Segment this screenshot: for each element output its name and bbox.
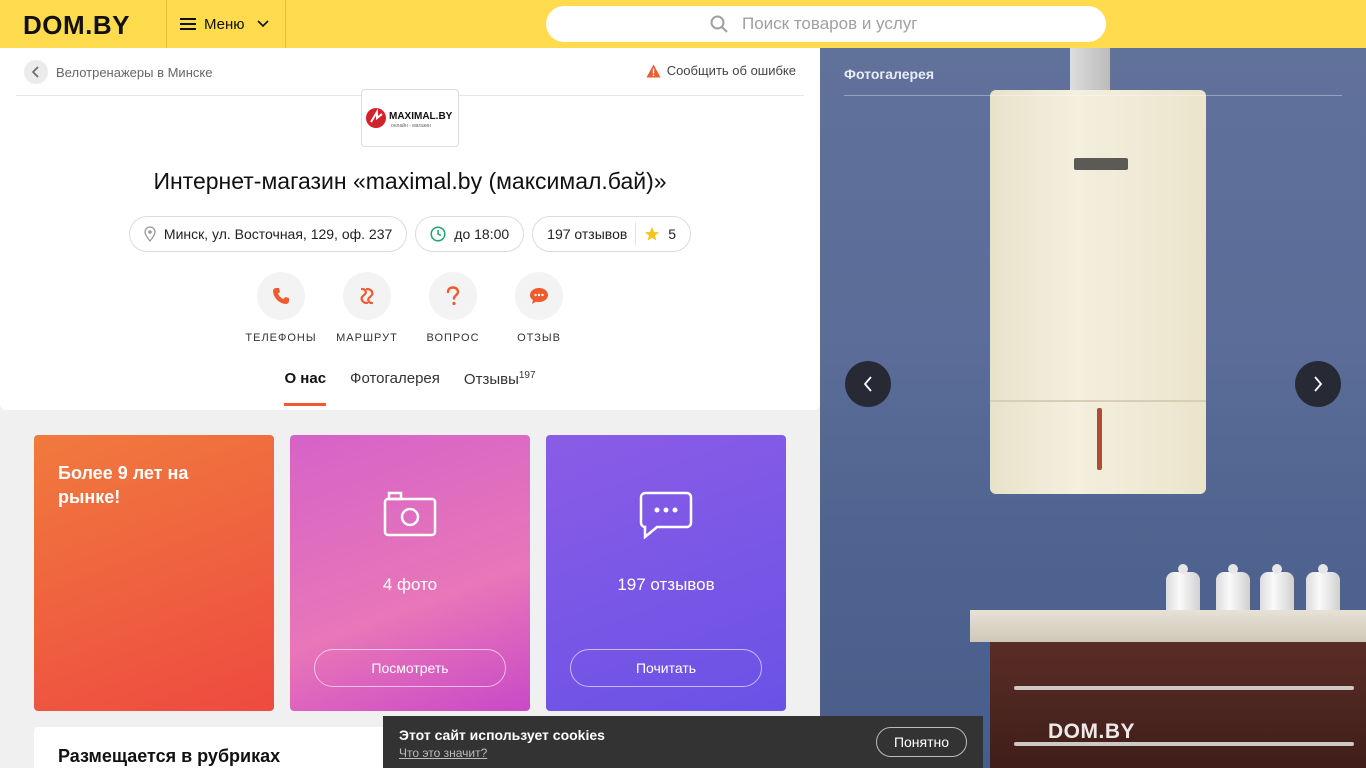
phones-action[interactable]: ТЕЛЕФОНЫ <box>245 272 317 344</box>
address-text: Минск, ул. Восточная, 129, оф. 237 <box>163 226 393 242</box>
hamburger-icon <box>180 18 196 30</box>
tab-about-label: О нас <box>284 370 327 387</box>
tabs: О нас Фотогалерея Отзывы197 <box>0 370 820 406</box>
info-pills: Минск, ул. Восточная, 129, оф. 237 до 18… <box>0 216 820 252</box>
search-icon <box>710 15 728 33</box>
chat-bubble-icon <box>530 288 548 304</box>
quick-actions: ТЕЛЕФОНЫ МАРШРУТ ВОПРОС ОТЗЫВ <box>0 272 820 344</box>
tab-reviews-count: 197 <box>518 370 536 381</box>
gallery-photo-boiler <box>990 90 1206 494</box>
shop-logo-text: MAXIMAL.BY <box>389 111 453 122</box>
breadcrumb[interactable]: Велотренажеры в Минске <box>24 60 212 84</box>
menu-button[interactable]: Меню <box>166 0 286 48</box>
tab-gallery-label: Фотогалерея <box>350 370 440 387</box>
photo-gallery[interactable]: Фотогалерея DOM.BY <box>820 48 1366 768</box>
report-error-label: Сообщить об ошибке <box>666 63 796 78</box>
top-header: DOM.BY Меню <box>0 0 1366 48</box>
rating-value: 5 <box>668 226 677 242</box>
cookie-info-link[interactable]: Что это значит? <box>399 746 487 760</box>
cookie-title: Этот сайт использует cookies <box>399 727 605 743</box>
phone-icon <box>273 288 289 304</box>
warning-icon <box>646 64 661 77</box>
back-button[interactable] <box>24 60 48 84</box>
phones-action-circle[interactable] <box>257 272 305 320</box>
tab-gallery[interactable]: Фотогалерея <box>350 370 440 406</box>
location-pin-icon <box>144 226 156 242</box>
boiler-brand-plate <box>1074 158 1128 170</box>
gallery-countertop <box>970 610 1366 642</box>
search-input[interactable] <box>742 14 942 34</box>
route-icon <box>360 287 374 305</box>
report-error-link[interactable]: Сообщить об ошибке <box>646 63 796 78</box>
review-label: ОТЗЫВ <box>517 332 561 344</box>
hours-pill[interactable]: до 18:00 <box>415 216 525 252</box>
gallery-next-button[interactable] <box>1295 361 1341 407</box>
reviews-pill[interactable]: 197 отзывов 5 <box>532 216 692 252</box>
gallery-photo-pipes <box>1070 48 1110 90</box>
chevron-down-icon <box>256 20 269 28</box>
tab-reviews-label: Отзывы <box>463 371 519 388</box>
company-card: Велотренажеры в Минске Сообщить об ошибк… <box>0 48 820 410</box>
chevron-left-icon <box>32 66 39 78</box>
question-action-circle[interactable] <box>429 272 477 320</box>
gallery-cabinet <box>990 642 1366 768</box>
review-action[interactable]: ОТЗЫВ <box>503 272 575 344</box>
breadcrumb-link[interactable]: Велотренажеры в Минске <box>56 65 212 80</box>
maximal-logo-icon: MAXIMAL.BY онлайн - магазин <box>366 108 453 129</box>
rubrics-title: Размещается в рубриках <box>58 746 281 766</box>
question-action[interactable]: ВОПРОС <box>417 272 489 344</box>
gallery-title: Фотогалерея <box>844 66 934 82</box>
boiler-indicator <box>1097 408 1102 470</box>
reviews-count: 197 отзывов <box>617 575 715 594</box>
camera-icon <box>383 491 437 537</box>
boiler-upper-panel <box>990 90 1206 402</box>
photos-count: 4 фото <box>382 575 438 594</box>
star-icon <box>645 227 660 241</box>
shop-logo: MAXIMAL.BY онлайн - магазин <box>361 89 459 147</box>
cookie-banner: Этот сайт использует cookies Что это зна… <box>383 716 983 768</box>
review-action-circle[interactable] <box>515 272 563 320</box>
cookie-accept-button[interactable]: Понятно <box>876 727 967 757</box>
chevron-left-icon <box>863 376 872 392</box>
experience-tile: Более 9 лет на рынке! <box>34 435 274 711</box>
shop-logo-subtext: онлайн - магазин <box>391 122 431 129</box>
search-bar[interactable] <box>546 6 1106 42</box>
route-action-circle[interactable] <box>343 272 391 320</box>
gallery-prev-button[interactable] <box>845 361 891 407</box>
tab-reviews[interactable]: Отзывы197 <box>464 370 536 406</box>
chevron-right-icon <box>1314 376 1323 392</box>
hours-text: до 18:00 <box>454 226 510 242</box>
read-reviews-button[interactable]: Почитать <box>570 649 762 687</box>
cabinet-handle <box>1014 686 1354 690</box>
page-title: Интернет-магазин «maximal.by (максимал.б… <box>153 168 667 194</box>
route-label: МАРШРУТ <box>336 332 398 344</box>
question-label: ВОПРОС <box>426 332 480 344</box>
photos-tile[interactable]: 4 фото Посмотреть <box>290 435 530 711</box>
gallery-divider <box>844 95 1342 96</box>
reviews-count-text: 197 отзывов <box>547 226 628 242</box>
view-photos-button[interactable]: Посмотреть <box>314 649 506 687</box>
site-logo[interactable]: DOM.BY <box>23 10 130 41</box>
experience-text: Более 9 лет на рынке! <box>58 463 189 507</box>
clock-icon <box>430 226 446 242</box>
gallery-watermark: DOM.BY <box>1048 720 1135 743</box>
message-icon <box>639 491 693 539</box>
reviews-tile[interactable]: 197 отзывов Почитать <box>546 435 786 711</box>
address-pill[interactable]: Минск, ул. Восточная, 129, оф. 237 <box>128 216 408 252</box>
phones-label: ТЕЛЕФОНЫ <box>245 332 317 344</box>
route-action[interactable]: МАРШРУТ <box>331 272 403 344</box>
menu-label: Меню <box>204 15 245 33</box>
pill-separator <box>635 222 637 246</box>
question-icon <box>446 286 460 306</box>
tab-about[interactable]: О нас <box>284 370 326 406</box>
